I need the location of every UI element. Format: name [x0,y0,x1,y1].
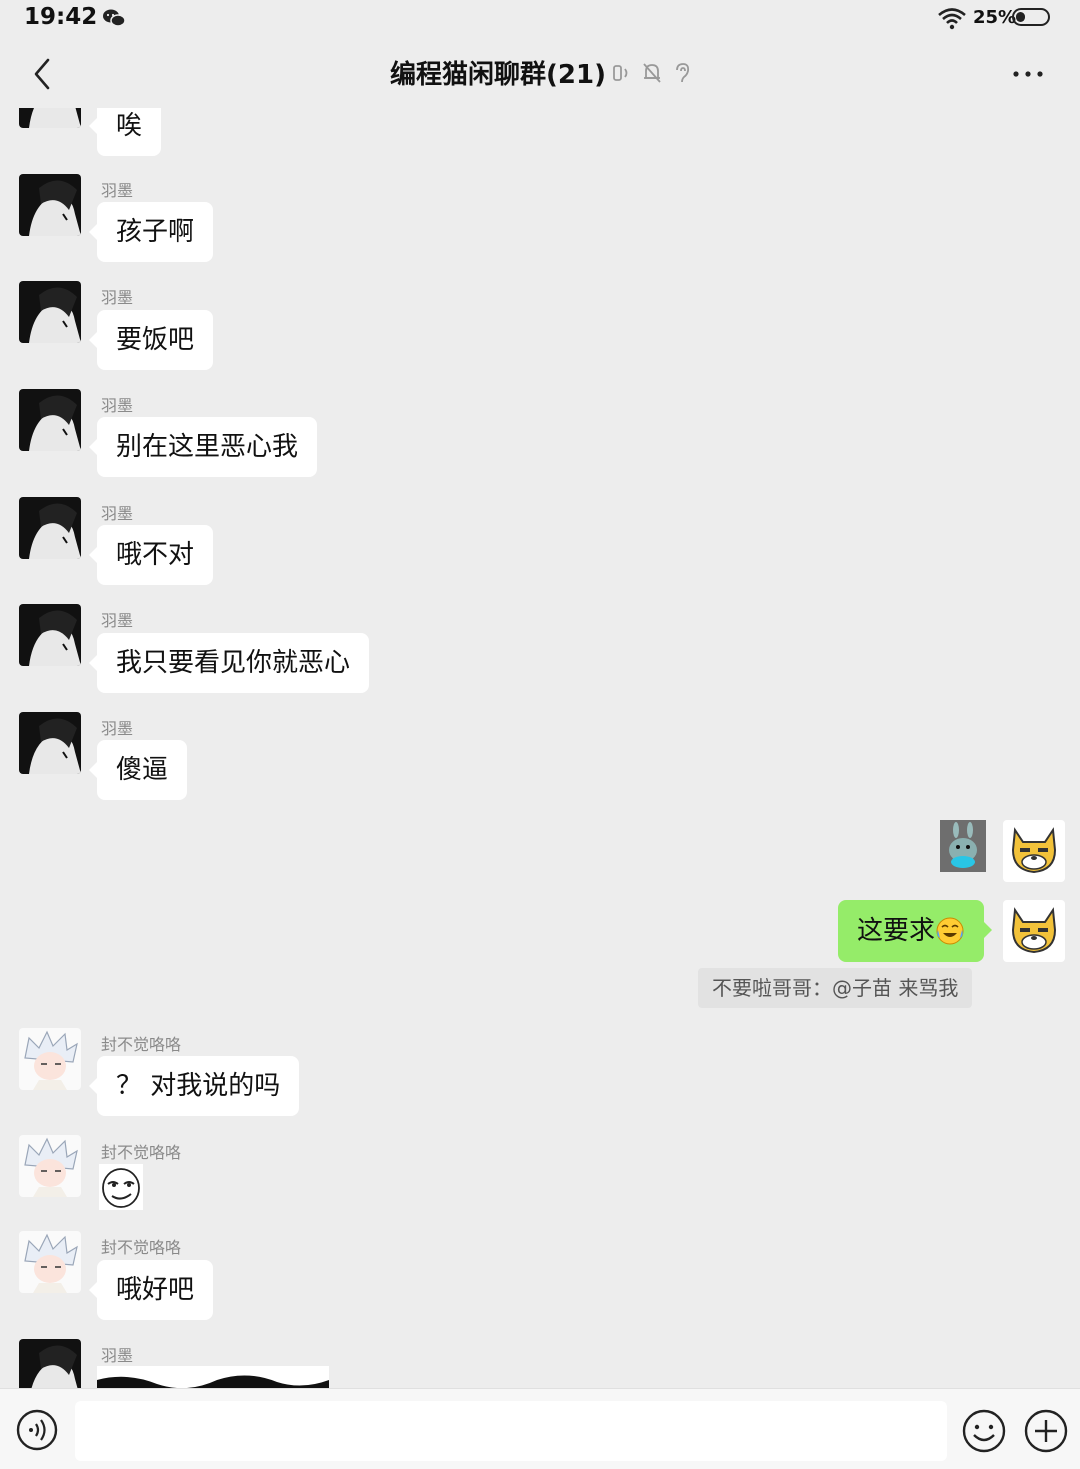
avatar[interactable] [19,1231,81,1293]
input-bar [0,1388,1080,1469]
sender-name: 羽墨 [101,1346,134,1365]
smirk-face-sticker[interactable] [99,1164,143,1210]
status-time: 19:42 [24,4,98,30]
avatar[interactable] [19,1339,81,1388]
avatar[interactable] [19,174,81,236]
battery-icon [1012,8,1050,26]
sender-name: 羽墨 [101,288,134,307]
message-bubble-self[interactable]: 这要求 [838,900,993,962]
mute-bell-icon [643,63,661,83]
avatar-self[interactable] [1003,900,1065,962]
plus-icon[interactable] [1024,1409,1068,1453]
earpiece-icon [613,65,628,81]
avatar[interactable] [19,1135,81,1197]
sender-name: 羽墨 [101,611,134,630]
message-bubble[interactable]: ？ 对我说的吗 [88,1056,300,1116]
avatar[interactable] [19,712,81,774]
bunny-sticker[interactable] [940,820,986,872]
message-bubble[interactable]: 要饭吧 [88,310,214,370]
status-bar: 19:42 25% [0,0,1080,38]
avatar[interactable] [19,108,81,128]
sender-name: 羽墨 [101,504,134,523]
avatar[interactable] [19,389,81,451]
sender-name: 封不觉咯咯 [101,1035,182,1054]
avatar-self[interactable] [1003,820,1065,882]
more-icon[interactable] [1010,60,1046,88]
chat-header: 编程猫闲聊群(21) [0,40,1080,108]
message-bubble[interactable]: 哦好吧 [88,1260,214,1320]
chat-messages[interactable]: 唉 羽墨 孩子啊 羽墨 要饭吧 羽墨 别在这里恶心我 羽墨 哦不对 羽墨 我只要… [0,108,1080,1388]
emoji-icon[interactable] [962,1409,1006,1453]
message-text: 这要求 [857,916,936,946]
wifi-icon [938,8,966,30]
chat-title: 编程猫闲聊群(21) [390,60,606,90]
avatar[interactable] [19,604,81,666]
message-bubble[interactable]: 唉 [88,108,162,156]
avatar[interactable] [19,1028,81,1090]
back-icon[interactable] [28,54,58,94]
sender-name: 羽墨 [101,396,134,415]
message-bubble[interactable]: 傻逼 [88,740,188,800]
wechat-icon [103,9,126,27]
message-input[interactable] [75,1401,947,1461]
sender-name: 羽墨 [101,181,134,200]
avatar[interactable] [19,497,81,559]
sender-name: 封不觉咯咯 [101,1143,182,1162]
sender-name: 封不觉咯咯 [101,1238,182,1257]
avatar[interactable] [19,281,81,343]
message-bubble[interactable]: 孩子啊 [88,202,214,262]
battery-percent: 25% [973,7,1017,28]
message-bubble[interactable]: 我只要看见你就恶心 [88,633,370,693]
scribble-image[interactable] [97,1366,329,1388]
chat-status-icons [612,62,692,84]
message-bubble[interactable]: 别在这里恶心我 [88,417,318,477]
quoted-message[interactable]: 不要啦哥哥：@子苗 来骂我 [698,968,973,1008]
message-bubble[interactable]: 哦不对 [88,525,214,585]
crying-laughing-emoji [936,917,964,945]
sender-name: 羽墨 [101,719,134,738]
voice-icon[interactable] [16,1409,58,1451]
hearing-icon [676,63,690,83]
